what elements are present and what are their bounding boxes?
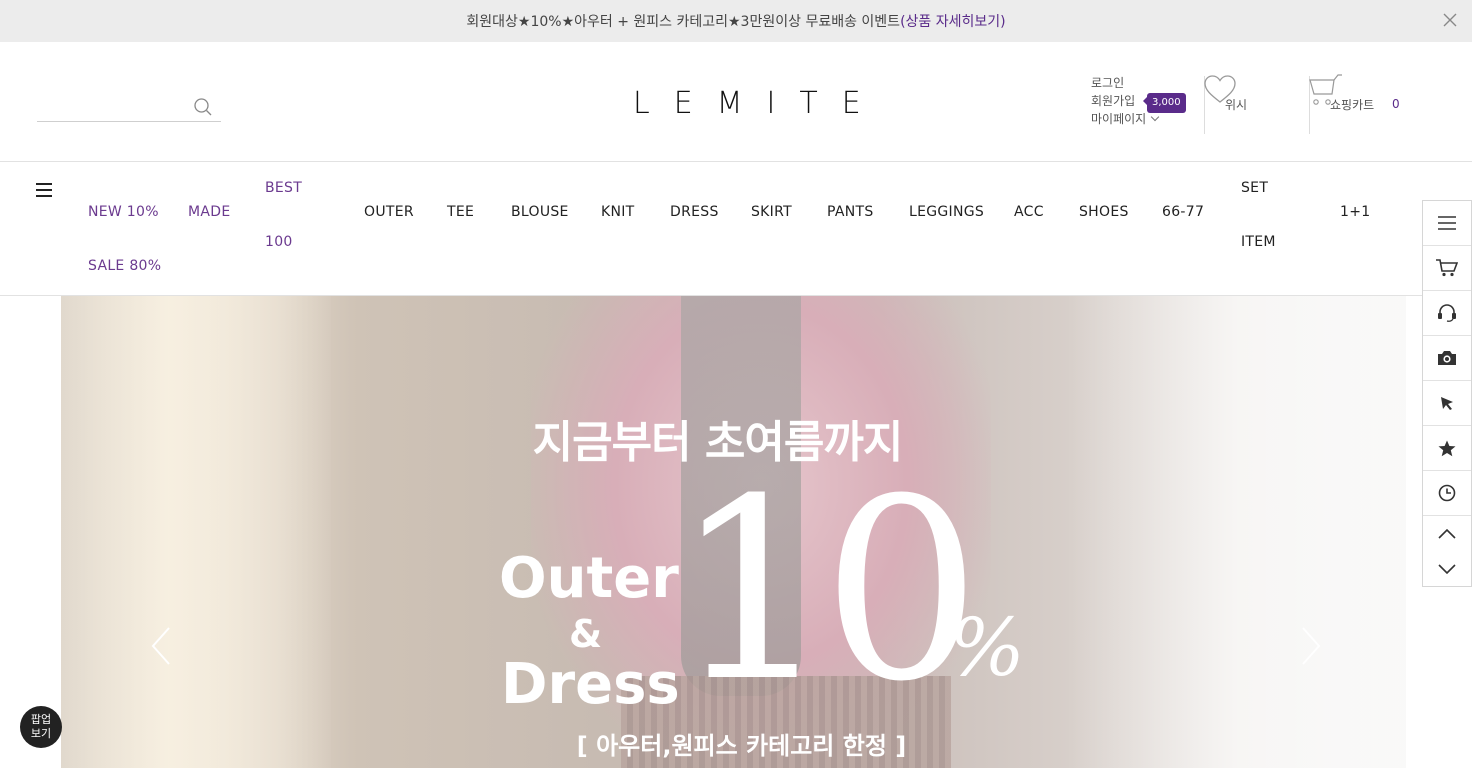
wishlist-button[interactable]: 위시 — [1203, 74, 1273, 114]
search-icon[interactable] — [193, 97, 213, 117]
nav-item-skirt[interactable]: SKIRT — [751, 204, 792, 220]
hero-background — [1066, 296, 1406, 768]
quick-pointer-button[interactable] — [1423, 381, 1471, 426]
join-reward-badge: 3,000 — [1143, 93, 1186, 113]
nav-item-1plus1[interactable]: 1+1 — [1340, 204, 1370, 220]
star-icon — [1438, 440, 1456, 456]
nav-item-outer[interactable]: OUTER — [364, 204, 414, 220]
top-banner: 회원대상★10%★아우터 + 원피스 카테고리★3만원이상 무료배송 이벤트(상… — [0, 0, 1472, 42]
nav-item-new[interactable]: NEW 10% — [88, 204, 159, 220]
cart-button[interactable]: 쇼핑카트 0 — [1308, 74, 1418, 114]
menu-lines-icon — [1438, 216, 1456, 230]
chevron-down-icon — [1150, 112, 1160, 122]
nav-item-made[interactable]: MADE — [188, 204, 230, 220]
popup-label-line2: 보기 — [30, 727, 52, 740]
cart-icon — [1436, 259, 1458, 277]
prev-slide-arrow-icon[interactable] — [149, 626, 173, 666]
site-header: LEMITE 로그인 회원가입 3,000 마이페이지 위시 쇼핑카트 0 — [0, 42, 1472, 162]
quick-side-menu — [1422, 200, 1472, 587]
nav-item-sale[interactable]: SALE 80% — [88, 258, 161, 274]
chevron-up-icon — [1438, 528, 1456, 539]
hero-discount-number: 10 — [673, 445, 981, 736]
banner-detail-link[interactable]: (상품 자세히보기) — [900, 14, 1006, 30]
quick-photo-review-button[interactable] — [1423, 336, 1471, 381]
nav-item-knit[interactable]: KNIT — [601, 204, 635, 220]
quick-favorite-button[interactable] — [1423, 426, 1471, 471]
hero-outer-text: Outer — [499, 546, 679, 611]
cart-label: 쇼핑카트 — [1330, 98, 1375, 112]
next-slide-arrow-icon[interactable] — [1299, 626, 1323, 666]
login-link[interactable]: 로그인 — [1091, 74, 1158, 92]
nav-item-66-77[interactable]: 66-77 — [1162, 204, 1204, 220]
quick-menu-button[interactable] — [1423, 201, 1471, 246]
chevron-down-icon — [1438, 563, 1456, 574]
popup-view-button[interactable]: 팝업 보기 — [20, 706, 62, 748]
hero-subtitle: [ 아우터,원피스 카테고리 한정 ] — [61, 726, 1406, 761]
hero-percent-sign: % — [949, 601, 1026, 694]
hero-dress-text: Dress — [501, 652, 680, 717]
nav-item-best[interactable]: BEST — [265, 180, 302, 196]
nav-item-tee[interactable]: TEE — [447, 204, 474, 220]
banner-text: 회원대상★10%★아우터 + 원피스 카테고리★3만원이상 무료배송 이벤트 — [466, 14, 901, 30]
nav-item-leggings[interactable]: LEGGINGS — [909, 204, 984, 220]
scroll-top-button[interactable] — [1423, 516, 1471, 551]
hero-subtitle-text: [ 아우터,원피스 카테고리 한정 ] — [576, 732, 907, 760]
quick-customer-service-button[interactable] — [1423, 291, 1471, 336]
popup-label-line1: 팝업 — [30, 713, 52, 726]
quick-recent-button[interactable] — [1423, 471, 1471, 516]
close-icon[interactable] — [1442, 12, 1458, 28]
mypage-label: 마이페이지 — [1091, 112, 1147, 126]
camera-icon — [1438, 351, 1456, 365]
nav-item-dress[interactable]: DRESS — [670, 204, 719, 220]
hero-banner[interactable]: 지금부터 초여름까지 Outer & Dress 10 % [ 아우터,원피스 … — [61, 296, 1406, 768]
nav-item-pants[interactable]: PANTS — [827, 204, 874, 220]
site-logo[interactable]: LEMITE — [633, 86, 861, 121]
cart-count: 0 — [1392, 97, 1400, 111]
headset-icon — [1438, 304, 1456, 322]
hamburger-menu-icon[interactable] — [36, 183, 52, 197]
cursor-icon — [1441, 397, 1453, 410]
nav-item-best-100[interactable]: 100 — [265, 234, 293, 250]
nav-item-set-item[interactable]: ITEM — [1241, 234, 1276, 250]
nav-item-set[interactable]: SET — [1241, 180, 1268, 196]
quick-cart-button[interactable] — [1423, 246, 1471, 291]
hero-amp-text: & — [569, 612, 603, 656]
search-input[interactable] — [37, 90, 187, 120]
hero-background — [61, 296, 331, 768]
main-nav: NEW 10% SALE 80% MADE BEST 100 OUTER TEE… — [0, 163, 1422, 296]
search-box — [37, 90, 221, 122]
nav-item-acc[interactable]: ACC — [1014, 204, 1044, 220]
banner-message: 회원대상★10%★아우터 + 원피스 카테고리★3만원이상 무료배송 이벤트(상… — [0, 11, 1472, 31]
nav-item-blouse[interactable]: BLOUSE — [511, 204, 569, 220]
member-menu: 로그인 회원가입 3,000 마이페이지 — [1091, 74, 1186, 128]
clock-icon — [1438, 484, 1456, 502]
scroll-bottom-button[interactable] — [1423, 551, 1471, 586]
wish-label: 위시 — [1225, 98, 1248, 112]
nav-item-shoes[interactable]: SHOES — [1079, 204, 1129, 220]
